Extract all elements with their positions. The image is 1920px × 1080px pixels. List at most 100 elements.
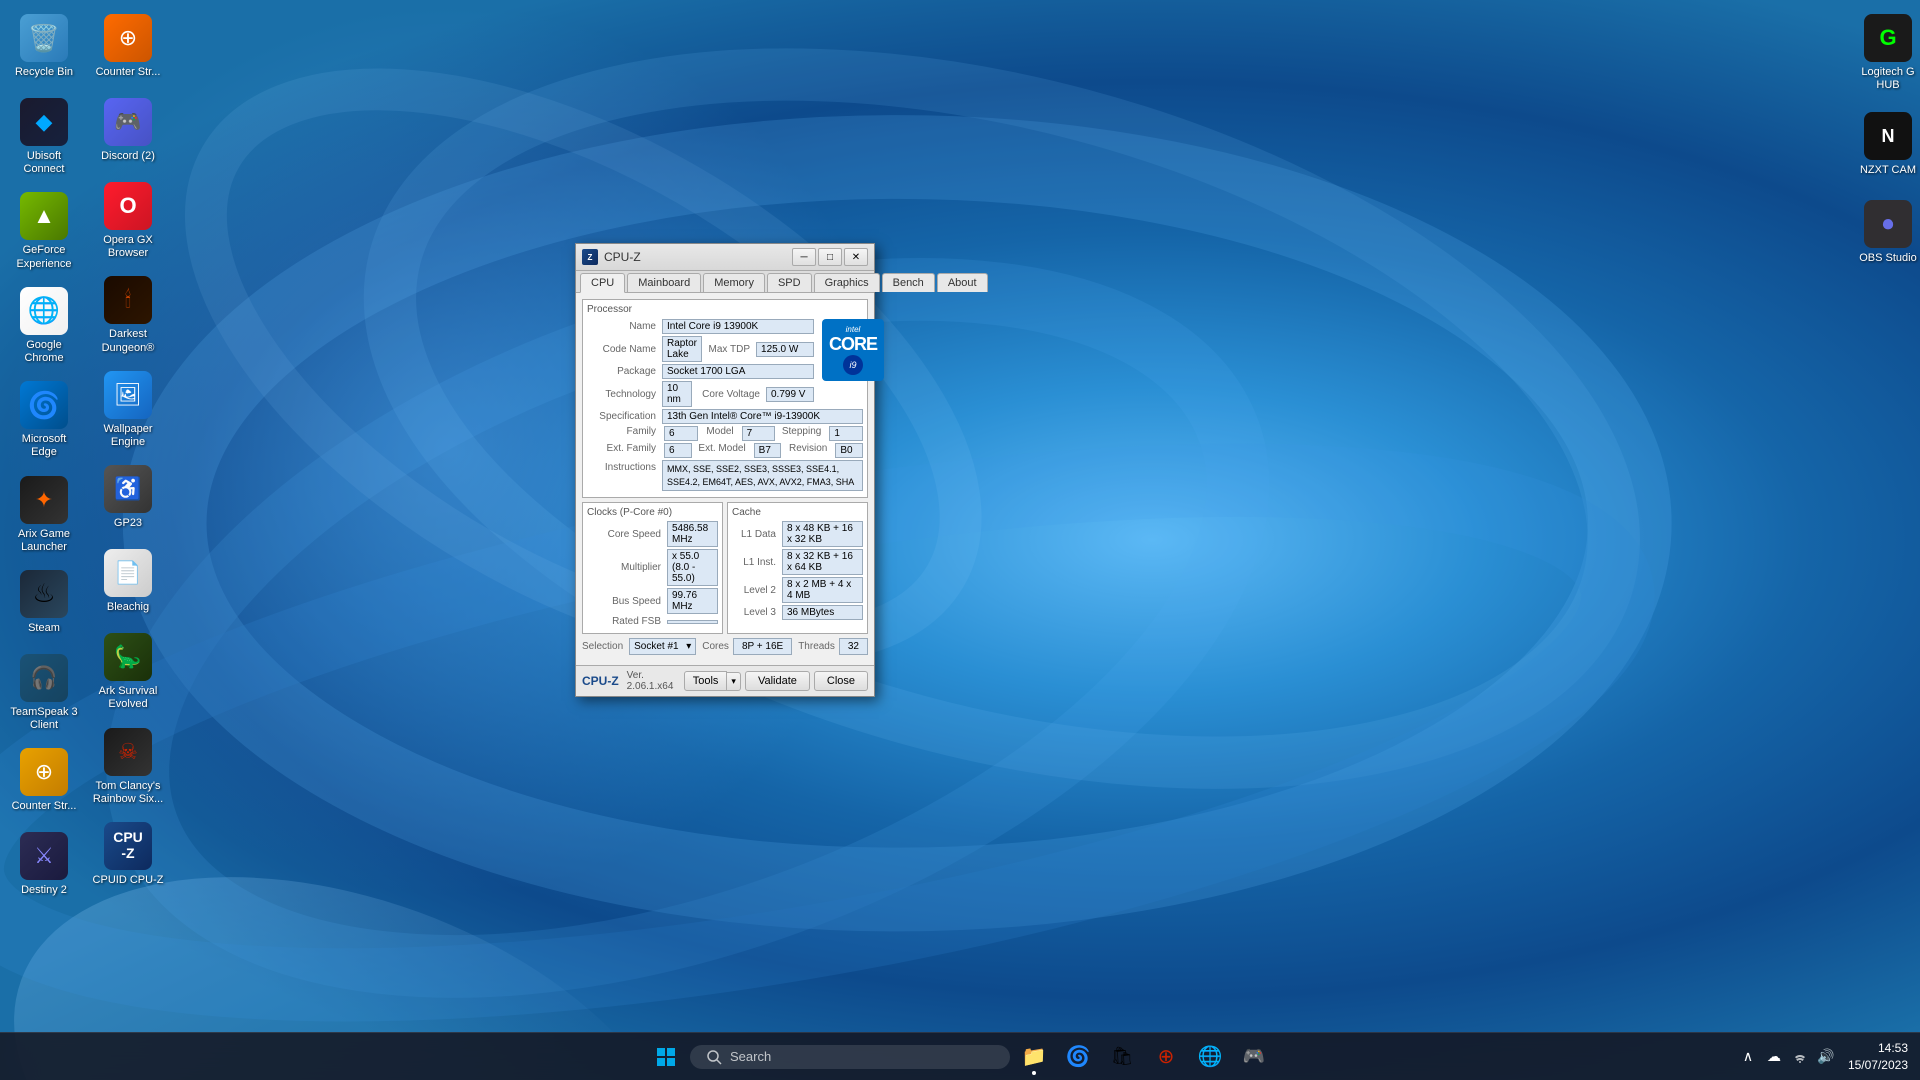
version-text: Ver. 2.06.1.x64: [627, 670, 680, 692]
family-label: Family: [587, 426, 662, 441]
model-label: Model: [700, 426, 740, 441]
desktop-icon-gp23[interactable]: ♿ GP23: [88, 459, 168, 539]
revision-value: B0: [835, 443, 863, 458]
tools-group: Tools ▾: [684, 671, 741, 691]
tab-mainboard[interactable]: Mainboard: [627, 273, 701, 292]
window-footer: CPU-Z Ver. 2.06.1.x64 Tools ▾ Validate C…: [576, 665, 874, 696]
desktop-icon-recycle-bin[interactable]: 🗑️ Recycle Bin: [4, 8, 84, 88]
bus-speed-row: Bus Speed 99.76 MHz: [587, 588, 718, 614]
search-placeholder: Search: [730, 1049, 771, 1064]
max-tdp-label: Max TDP: [706, 344, 756, 355]
taskbar-xbox[interactable]: 🎮: [1234, 1037, 1274, 1077]
window-content: Processor Name Intel Core i9 13900K Code…: [576, 293, 874, 665]
l1-inst-label: L1 Inst.: [732, 557, 782, 568]
rated-fsb-value: [667, 620, 718, 624]
model-value: 7: [742, 426, 776, 441]
tab-bench[interactable]: Bench: [882, 273, 935, 292]
tab-spd[interactable]: SPD: [767, 273, 812, 292]
threads-value: 32: [839, 638, 868, 655]
tools-dropdown-arrow[interactable]: ▾: [727, 672, 741, 691]
maximize-button[interactable]: □: [818, 248, 842, 266]
level3-label: Level 3: [732, 607, 782, 618]
selection-value: Socket #1: [634, 641, 678, 652]
desktop-icon-nzxt-cam[interactable]: N NZXT CAM: [1848, 106, 1920, 186]
desktop-icon-darkest-dungeon[interactable]: 🕯 Darkest Dungeon®: [88, 270, 168, 360]
taskbar-right: ∧ ☁ 🔊 14:53 15/07/2023: [1738, 1040, 1908, 1074]
desktop-icon-ubisoft-connect[interactable]: ◆ Ubisoft Connect: [4, 92, 84, 182]
desktop-icon-teamspeak3[interactable]: 🎧 TeamSpeak 3 Client: [4, 648, 84, 738]
revision-label: Revision: [783, 443, 833, 458]
close-button-footer[interactable]: Close: [814, 671, 868, 691]
l1-data-value: 8 x 48 KB + 16 x 32 KB: [782, 521, 863, 547]
tab-bar: CPU Mainboard Memory SPD Graphics Bench …: [576, 271, 874, 293]
tray-wifi-icon[interactable]: [1790, 1047, 1810, 1067]
minimize-button[interactable]: ─: [792, 248, 816, 266]
desktop: 🗑️ Recycle Bin ◆ Ubisoft Connect ▲ GeFor…: [0, 0, 1920, 1032]
max-tdp-value: 125.0 W: [756, 342, 814, 357]
desktop-icon-counter-strike-2[interactable]: ⊕ Counter Str...: [88, 8, 168, 88]
desktop-icon-opera-gx[interactable]: O Opera GX Browser: [88, 176, 168, 266]
desktop-icon-logitech-g-hub[interactable]: G Logitech G HUB: [1848, 8, 1920, 98]
clocks-section-title: Clocks (P-Core #0): [587, 507, 718, 518]
taskbar: Search 📁 🌀 🛍 ⊕ 🌐 🎮 ∧: [0, 1032, 1920, 1080]
cpuz-title-icon: Z: [582, 249, 598, 265]
clock-date: 15/07/2023: [1848, 1057, 1908, 1074]
selection-dropdown-arrow: ▾: [686, 641, 691, 652]
window-titlebar[interactable]: Z CPU-Z ─ □ ✕: [576, 244, 874, 271]
tools-button[interactable]: Tools: [684, 671, 728, 691]
threads-group: Threads 32: [798, 638, 868, 655]
instructions-row: Instructions MMX, SSE, SSE2, SSE3, SSSE3…: [587, 460, 863, 491]
desktop-icon-ark-survival-evolved[interactable]: 🦕 Ark Survival Evolved: [88, 627, 168, 717]
search-bar[interactable]: Search: [690, 1045, 1010, 1069]
desktop-icon-discord[interactable]: 🎮 Discord (2): [88, 92, 168, 172]
core-speed-label: Core Speed: [587, 529, 667, 540]
start-button[interactable]: [646, 1037, 686, 1077]
desktop-icon-tom-clancy[interactable]: ☠ Tom Clancy's Rainbow Six...: [88, 722, 168, 812]
taskbar-chrome[interactable]: 🌐: [1190, 1037, 1230, 1077]
tab-about[interactable]: About: [937, 273, 988, 292]
l1-inst-value: 8 x 32 KB + 16 x 64 KB: [782, 549, 863, 575]
taskbar-file-explorer[interactable]: 📁: [1014, 1037, 1054, 1077]
validate-button[interactable]: Validate: [745, 671, 810, 691]
desktop-icon-google-chrome[interactable]: 🌐 Google Chrome: [4, 281, 84, 371]
desktop-icon-steam[interactable]: ♨ Steam: [4, 564, 84, 644]
technology-label: Technology: [587, 389, 662, 400]
core-voltage-value: 0.799 V: [766, 387, 814, 402]
tab-graphics[interactable]: Graphics: [814, 273, 880, 292]
desktop-icon-microsoft-edge[interactable]: 🌀 Microsoft Edge: [4, 375, 84, 465]
ext-model-label: Ext. Model: [694, 443, 752, 458]
cpuz-footer-logo: CPU-Z: [582, 674, 619, 688]
intel-brand: intel: [846, 325, 861, 334]
specification-row: Specification 13th Gen Intel® Core™ i9-1…: [587, 409, 863, 424]
desktop-icon-obs-studio[interactable]: ⏺ OBS Studio: [1848, 194, 1920, 274]
desktop-icon-cpuid-cpu-z[interactable]: CPU-Z CPUID CPU-Z: [88, 816, 168, 896]
specification-label: Specification: [587, 411, 662, 422]
tray-cloud-icon[interactable]: ☁: [1764, 1047, 1784, 1067]
desktop-icon-destiny-2[interactable]: ⚔ Destiny 2: [4, 826, 84, 906]
ext-family-value: 6: [664, 443, 692, 458]
desktop-icon-bleachig[interactable]: 📄 Bleachig: [88, 543, 168, 623]
taskbar-store[interactable]: 🛍: [1102, 1037, 1142, 1077]
package-value: Socket 1700 LGA: [662, 364, 814, 379]
selection-dropdown[interactable]: Socket #1 ▾: [629, 638, 696, 655]
level2-row: Level 2 8 x 2 MB + 4 x 4 MB: [732, 577, 863, 603]
multiplier-label: Multiplier: [587, 562, 667, 573]
l1-inst-row: L1 Inst. 8 x 32 KB + 16 x 64 KB: [732, 549, 863, 575]
system-clock[interactable]: 14:53 15/07/2023: [1848, 1040, 1908, 1074]
tab-cpu[interactable]: CPU: [580, 273, 625, 293]
code-name-value: Raptor Lake: [662, 336, 702, 362]
desktop-icon-geforce-experience[interactable]: ▲ GeForce Experience: [4, 186, 84, 276]
taskbar-edge[interactable]: 🌀: [1058, 1037, 1098, 1077]
desktop-icon-counter-strike[interactable]: ⊕ Counter Str...: [4, 742, 84, 822]
family-model-stepping-row: Family 6 Model 7 Stepping 1: [587, 426, 863, 441]
tab-memory[interactable]: Memory: [703, 273, 765, 292]
close-button[interactable]: ✕: [844, 248, 868, 266]
taskbar-red-app[interactable]: ⊕: [1146, 1037, 1186, 1077]
tray-chevron-up[interactable]: ∧: [1738, 1047, 1758, 1067]
multiplier-value: x 55.0 (8.0 - 55.0): [667, 549, 718, 586]
desktop-icon-wallpaper-engine[interactable]: 🖼 Wallpaper Engine: [88, 365, 168, 455]
tray-speaker-icon[interactable]: 🔊: [1816, 1047, 1836, 1067]
desktop-icon-arix-game-launcher[interactable]: ✦ Arix Game Launcher: [4, 470, 84, 560]
ext-family-model-revision-row: Ext. Family 6 Ext. Model B7 Revision B0: [587, 443, 863, 458]
processor-name-row: Name Intel Core i9 13900K: [587, 319, 814, 334]
